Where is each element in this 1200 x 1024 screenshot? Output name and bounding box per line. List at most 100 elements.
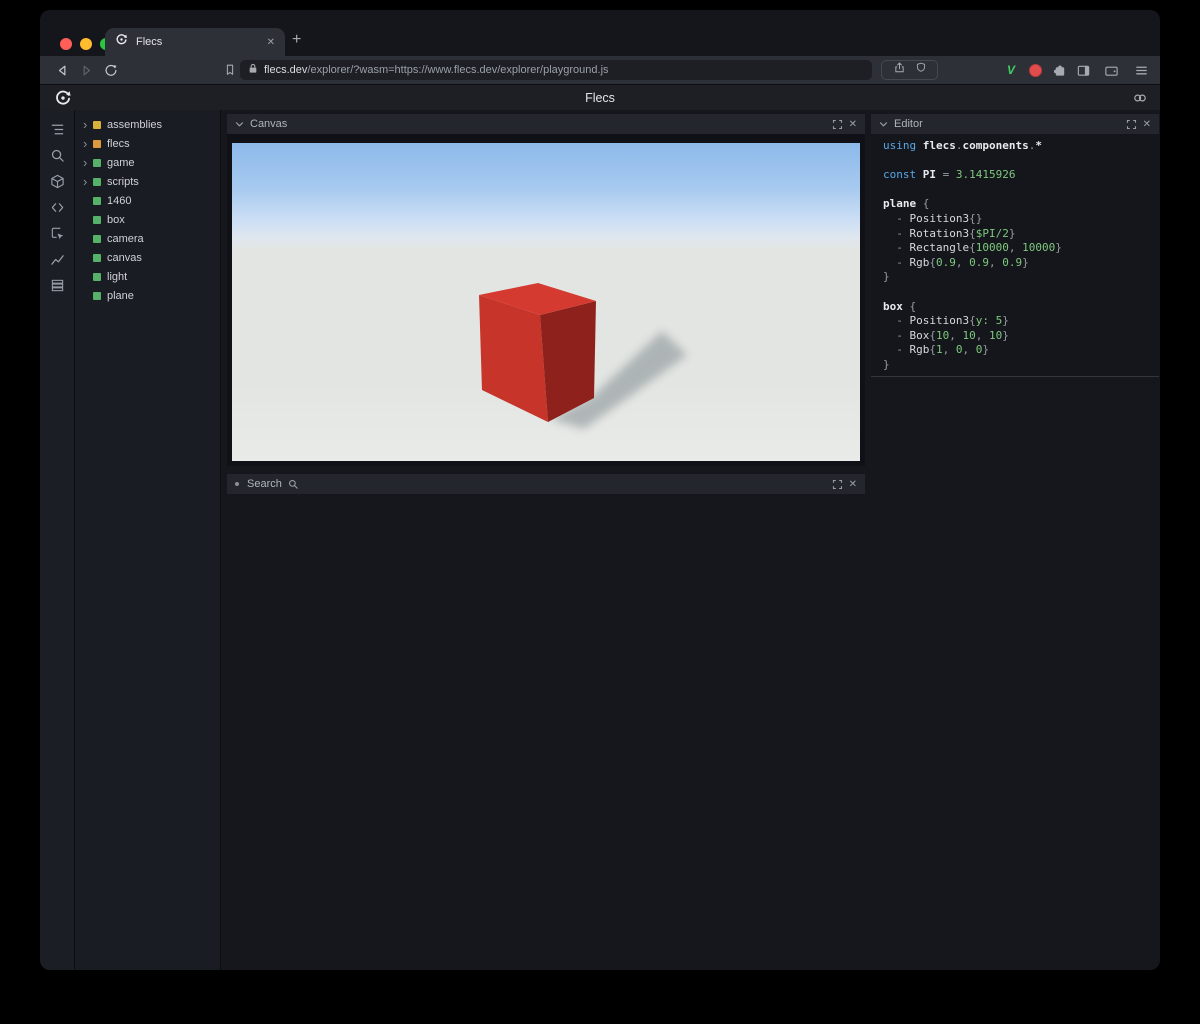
close-icon[interactable]: ✕ xyxy=(1143,119,1151,130)
chevron-down-icon[interactable] xyxy=(235,120,244,128)
tree-item-plane[interactable]: plane xyxy=(75,286,220,305)
tree-item-scripts[interactable]: ›scripts xyxy=(75,172,220,191)
close-icon[interactable]: ✕ xyxy=(849,119,857,130)
main-area: Canvas ✕ xyxy=(221,110,1160,970)
red-circle-icon xyxy=(1029,64,1042,77)
entity-color-square xyxy=(93,292,101,300)
search-panel-title: Search xyxy=(247,478,282,490)
search-panel-header: Search ✕ xyxy=(227,474,865,494)
tree-item-1460[interactable]: 1460 xyxy=(75,191,220,210)
chevron-down-icon[interactable] xyxy=(879,120,888,128)
tree-item-canvas[interactable]: canvas xyxy=(75,248,220,267)
flecs-logo-icon[interactable] xyxy=(54,89,72,112)
chevron-right-icon[interactable]: › xyxy=(83,120,93,130)
sidebar-toggle-icon[interactable] xyxy=(1074,61,1092,79)
expand-icon[interactable] xyxy=(832,119,843,130)
close-icon[interactable]: ✕ xyxy=(849,479,857,490)
url-text: flecs.dev/explorer/?wasm=https://www.fle… xyxy=(264,64,609,76)
expand-icon[interactable] xyxy=(1126,119,1137,130)
entity-color-square xyxy=(93,273,101,281)
code-line: - Rectangle{10000, 10000} xyxy=(883,241,1159,256)
chevron-right-icon[interactable]: › xyxy=(83,177,93,187)
tree-item-flecs[interactable]: › flecs xyxy=(75,134,220,153)
page-title: Flecs xyxy=(40,91,1160,105)
app-content: › assemblies › flecs › game ›scripts1460 box cam… xyxy=(40,110,1160,970)
code-line xyxy=(883,154,1159,169)
code-icon[interactable] xyxy=(40,194,74,220)
tree-item-light[interactable]: light xyxy=(75,267,220,286)
3d-scene xyxy=(232,143,860,461)
search-panel: Search ✕ xyxy=(227,474,865,494)
share-link-icon[interactable] xyxy=(1132,90,1148,111)
menu-icon[interactable] xyxy=(1132,61,1150,79)
extensions-puzzle-icon[interactable] xyxy=(1050,61,1068,79)
code-line: } xyxy=(883,270,1159,285)
code-line: - Position3{y: 5} xyxy=(883,314,1159,329)
share-shields-group xyxy=(881,60,938,80)
brave-shield-icon[interactable] xyxy=(915,61,927,79)
tree-item-game[interactable]: › game xyxy=(75,153,220,172)
tab-close-icon[interactable]: ✕ xyxy=(267,37,275,48)
collapsed-dot-icon[interactable] xyxy=(235,482,239,486)
entity-color-square xyxy=(93,216,101,224)
code-line xyxy=(883,285,1159,300)
editor-panel: Editor ✕ using flecs.components.* const … xyxy=(871,114,1159,377)
editor-panel-title: Editor xyxy=(894,118,923,130)
tree-item-camera[interactable]: camera xyxy=(75,229,220,248)
tree-item-assemblies[interactable]: › assemblies xyxy=(75,115,220,134)
tree-item-box[interactable]: box xyxy=(75,210,220,229)
wallet-icon[interactable] xyxy=(1102,61,1120,79)
expand-icon[interactable] xyxy=(832,479,843,490)
chevron-right-icon[interactable]: › xyxy=(83,139,93,149)
forward-button[interactable] xyxy=(78,62,94,78)
entity-color-square xyxy=(93,254,101,262)
entity-tree-list: › assemblies › flecs › game ›scripts1460 box cam… xyxy=(75,115,220,305)
entity-color-square xyxy=(93,178,101,186)
canvas-panel: Canvas ✕ xyxy=(227,114,865,466)
tree-item-label: game xyxy=(107,157,135,169)
entity-color-square xyxy=(93,121,101,129)
close-window-button[interactable] xyxy=(60,38,72,50)
bookmark-icon[interactable] xyxy=(222,62,238,78)
back-button[interactable] xyxy=(54,62,70,78)
entity-color-square xyxy=(93,140,101,148)
tree-item-label: light xyxy=(107,271,127,283)
new-tab-button[interactable]: + xyxy=(292,31,301,49)
left-icon-sidebar xyxy=(40,110,75,970)
search-icon[interactable] xyxy=(40,142,74,168)
canvas-panel-header: Canvas ✕ xyxy=(227,114,865,134)
reload-button[interactable] xyxy=(102,62,118,78)
tree-item-label: canvas xyxy=(107,252,142,264)
tree-item-label: camera xyxy=(107,233,144,245)
tree-item-label: flecs xyxy=(107,138,130,150)
code-line xyxy=(883,183,1159,198)
extension-v-icon[interactable]: V xyxy=(1002,61,1020,79)
browser-tab[interactable]: Flecs ✕ xyxy=(105,28,285,56)
chevron-right-icon[interactable]: › xyxy=(83,158,93,168)
extension-red-icon[interactable] xyxy=(1026,61,1044,79)
inspect-icon[interactable] xyxy=(40,220,74,246)
code-line: - Rotation3{$PI/2} xyxy=(883,227,1159,242)
url-bar[interactable]: flecs.dev/explorer/?wasm=https://www.fle… xyxy=(240,60,872,80)
code-line: - Rgb{1, 0, 0} xyxy=(883,343,1159,358)
canvas-viewport[interactable] xyxy=(232,143,860,461)
minimize-window-button[interactable] xyxy=(80,38,92,50)
code-line: - Rgb{0.9, 0.9, 0.9} xyxy=(883,256,1159,271)
code-line: box { xyxy=(883,300,1159,315)
entity-color-square xyxy=(93,235,101,243)
package-icon[interactable] xyxy=(40,168,74,194)
code-line: plane { xyxy=(883,197,1159,212)
code-editor[interactable]: using flecs.components.* const PI = 3.14… xyxy=(871,134,1159,377)
share-icon[interactable] xyxy=(893,61,906,79)
entity-tree-panel: › assemblies › flecs › game ›scripts1460 box cam… xyxy=(75,110,221,970)
search-icon xyxy=(288,479,299,490)
code-line: - Position3{} xyxy=(883,212,1159,227)
browser-window: Flecs ✕ + flecs.dev/explore xyxy=(40,10,1160,970)
tree-item-label: assemblies xyxy=(107,119,162,131)
tree-icon[interactable] xyxy=(40,116,74,142)
editor-panel-header: Editor ✕ xyxy=(871,114,1159,134)
rows-icon[interactable] xyxy=(40,272,74,298)
entity-color-square xyxy=(93,197,101,205)
chart-icon[interactable] xyxy=(40,246,74,272)
tree-item-label: box xyxy=(107,214,125,226)
